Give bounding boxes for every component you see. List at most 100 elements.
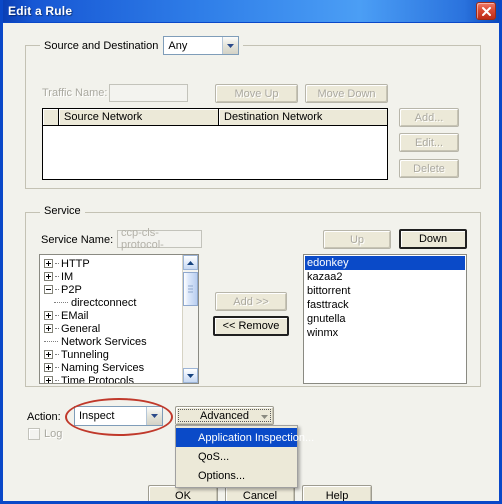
chevron-down-icon[interactable] [222,37,239,54]
menu-item[interactable]: QoS... [176,447,297,466]
tree-item[interactable]: P2P [44,283,182,296]
tree-item[interactable]: EMail [44,309,182,322]
delete-network-button[interactable]: Delete [399,159,459,178]
list-item-label: bittorrent [307,285,351,297]
list-item-label: fasttrack [307,299,349,311]
list-item[interactable]: winmx [305,326,465,340]
expand-plus-icon[interactable] [44,311,53,320]
tree-item[interactable]: Network Services [44,335,182,348]
move-down-button[interactable]: Move Down [305,84,388,103]
protocol-tree-items: HTTP IM P2P directconnect EMail General Networ… [40,255,182,383]
title-bar[interactable]: Edit a Rule [3,0,499,23]
menu-item-label: Options... [198,469,246,482]
tree-item[interactable]: Time Protocols [44,374,182,384]
move-up-button[interactable]: Move Up [215,84,298,103]
list-item[interactable]: fasttrack [305,298,465,312]
chevron-down-icon[interactable] [146,407,162,425]
help-button[interactable]: Help [302,485,372,501]
selected-services-list[interactable]: edonkey kazaa2 bittorrent fasttrack gnutella… [303,254,467,384]
log-checkbox[interactable] [28,428,40,440]
action-label: Action: [27,411,61,423]
expand-plus-icon[interactable] [44,350,53,359]
edit-a-rule-dialog: Edit a Rule Source and Destination Any T… [0,0,502,504]
menu-item[interactable]: Options... [176,466,297,485]
source-and-destination-group-header: Source and Destination Any [40,36,244,55]
remove-service-button[interactable]: << Remove [213,316,289,336]
table-header-source-network: Source Network [59,109,219,125]
table-header-row: Source Network Destination Network [43,109,387,126]
expand-plus-icon[interactable] [44,324,53,333]
edit-network-button[interactable]: Edit... [399,133,459,152]
list-item[interactable]: bittorrent [305,284,465,298]
protocol-tree-scrollbar[interactable] [182,255,198,383]
list-item-label: kazaa2 [307,271,343,283]
advanced-button[interactable]: Advanced [175,406,274,425]
tree-item[interactable]: IM [44,270,182,283]
service-name-value: ccp-cls-protocol- [121,227,164,251]
tree-item-label: P2P [61,283,82,296]
service-down-button[interactable]: Down [399,229,467,249]
tree-item[interactable]: General [44,322,182,335]
expand-plus-icon[interactable] [44,272,53,281]
tree-item[interactable]: HTTP [44,257,182,270]
expand-plus-icon[interactable] [44,259,53,268]
tree-item-label: Naming Services [61,361,145,374]
table-header-destination-network: Destination Network [219,109,387,125]
list-item-label: edonkey [307,257,349,269]
source-destination-mode-value: Any [168,39,188,52]
scrollbar-grip-icon [188,285,193,293]
scroll-up-icon[interactable] [183,255,198,270]
list-item[interactable]: kazaa2 [305,270,465,284]
close-icon[interactable] [476,2,496,20]
advanced-dropdown-menu[interactable]: Application Inspection... QoS... Options..… [175,425,314,488]
protocol-tree[interactable]: HTTP IM P2P directconnect EMail General Networ… [39,254,199,384]
menu-item[interactable]: Application Inspection... [176,428,314,447]
tree-item-label: General [61,322,101,335]
scroll-down-icon[interactable] [183,368,198,383]
traffic-name-input[interactable] [109,84,188,102]
tree-connector-icon [55,315,59,316]
list-item[interactable]: edonkey [305,256,465,270]
tree-connector-icon [55,380,59,381]
tree-connector-icon [55,328,59,329]
expand-plus-icon[interactable] [44,363,53,372]
tree-connector-icon [55,367,59,368]
window-title: Edit a Rule [8,4,73,18]
action-value: Inspect [79,410,115,422]
tree-item[interactable]: directconnect [44,296,182,309]
tree-connector-icon [55,276,59,277]
service-group-label: Service [40,205,85,217]
tree-leaf-connector-icon [44,341,58,342]
expand-plus-icon[interactable] [44,376,53,383]
add-service-button[interactable]: Add >> [215,292,287,311]
log-label: Log [44,428,63,440]
tree-item-label: Time Protocols [61,374,134,384]
tree-connector-icon [55,354,59,355]
service-up-button[interactable]: Up [323,230,391,249]
source-destination-mode-combo[interactable]: Any [163,36,240,55]
list-item-label: gnutella [307,313,346,325]
tree-connector-icon [55,289,59,290]
tree-item-label: Network Services [61,335,147,348]
service-name-input[interactable]: ccp-cls-protocol- [117,227,202,251]
tree-item[interactable]: Naming Services [44,361,182,374]
list-item-label: winmx [307,327,339,339]
tree-item-label: HTTP [61,257,90,270]
list-item[interactable]: gnutella [305,312,465,326]
log-checkbox-row[interactable]: Log [28,428,62,440]
chevron-down-icon [261,410,268,422]
tree-leaf-connector-icon [54,302,68,303]
collapse-minus-icon[interactable] [44,285,53,294]
menu-item-label: QoS... [198,450,230,463]
scrollbar-thumb[interactable] [183,272,198,306]
source-and-destination-label: Source and Destination [44,39,159,52]
tree-item[interactable]: Tunneling [44,348,182,361]
tree-item-label: directconnect [71,296,137,309]
action-combo[interactable]: Inspect [74,406,163,426]
traffic-name-label: Traffic Name: [42,87,108,99]
tree-item-label: EMail [61,309,89,322]
add-network-button[interactable]: Add... [399,108,459,127]
table-header-selector [43,109,59,125]
network-table[interactable]: Source Network Destination Network [42,108,388,180]
